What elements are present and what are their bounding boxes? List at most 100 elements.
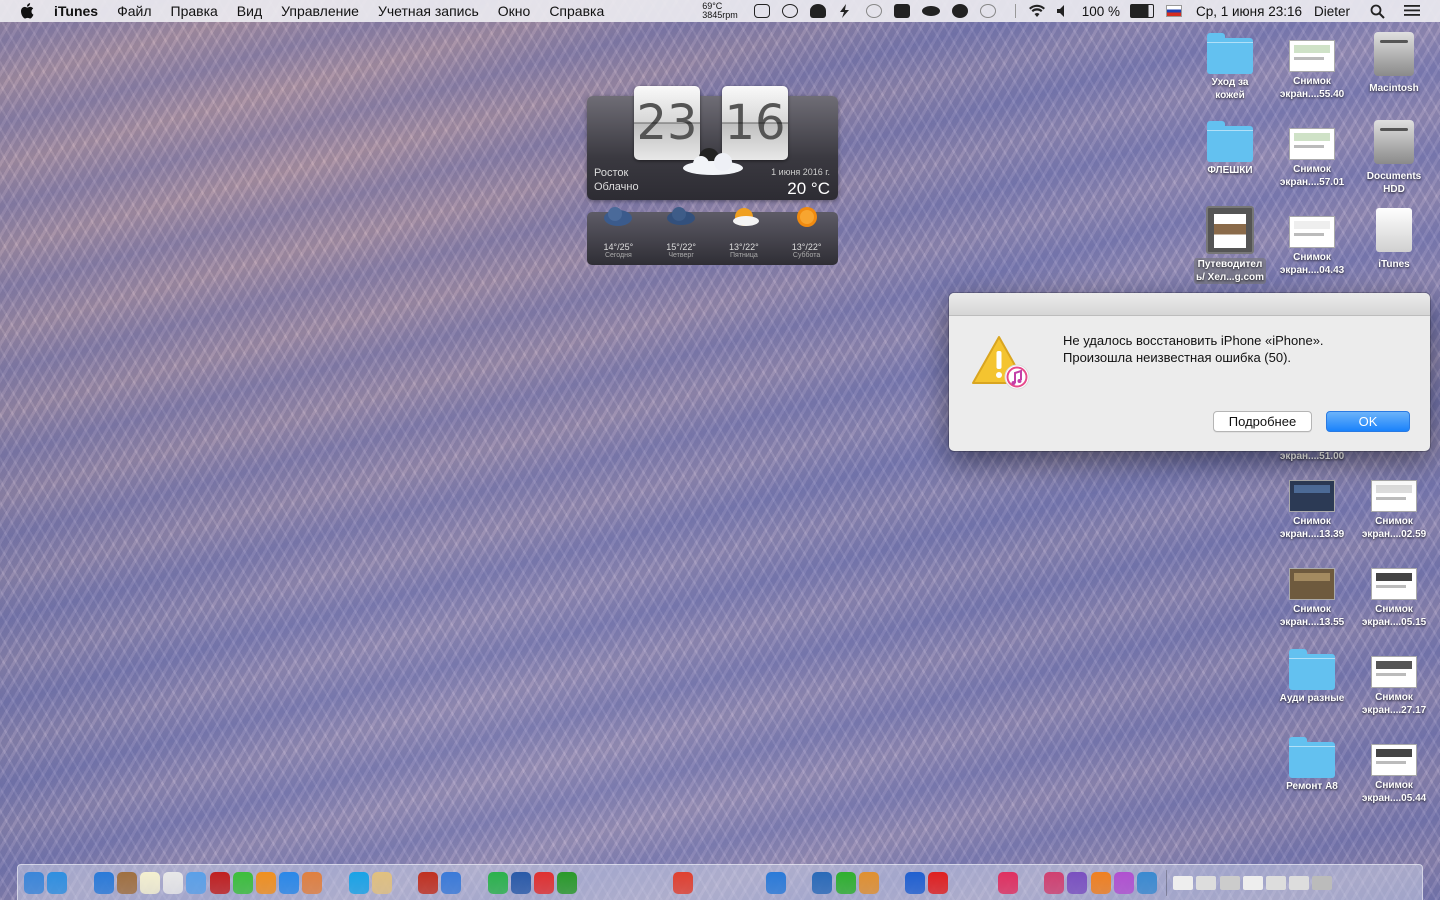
trash-icon[interactable] <box>1312 875 1333 890</box>
dock-app-icon[interactable] <box>534 871 555 894</box>
ok-button[interactable]: OK <box>1326 411 1410 432</box>
dock-app-icon[interactable] <box>395 872 415 894</box>
clock-weather-widget[interactable]: 23 16 Росток Облачно 1 июня 2016 г. 20 °… <box>587 86 838 200</box>
time-machine-icon[interactable] <box>979 4 996 18</box>
dock-app-icon[interactable] <box>279 871 300 894</box>
desktop-screenshot[interactable]: Снимок экран....05.44 <box>1355 738 1433 805</box>
dock-app-icon[interactable] <box>441 871 462 894</box>
dock-app-icon[interactable] <box>858 871 879 894</box>
dock-app-icon[interactable] <box>650 872 670 894</box>
desktop-screenshot[interactable]: Снимок экран....27.17 <box>1355 650 1433 717</box>
notification-center-icon[interactable] <box>1404 4 1420 18</box>
dock-app-icon[interactable] <box>1044 871 1065 894</box>
dock-app-icon[interactable] <box>465 872 485 894</box>
desktop-screenshot[interactable]: Снимок экран....13.39 <box>1273 474 1351 541</box>
menu-account[interactable]: Учетная запись <box>378 3 479 19</box>
dock-app-icon[interactable] <box>302 871 323 894</box>
user-name[interactable]: Dieter <box>1314 4 1350 19</box>
dock-app-icon[interactable] <box>232 871 253 894</box>
menu-controls[interactable]: Управление <box>281 3 359 19</box>
battery-percent[interactable]: 100 % <box>1082 4 1120 19</box>
desktop-folder[interactable]: Ауди разные <box>1273 649 1351 705</box>
dock-app-icon[interactable] <box>812 871 833 894</box>
dock-app-icon[interactable] <box>604 872 624 894</box>
dock-app-icon[interactable] <box>905 871 926 894</box>
menu-window[interactable]: Окно <box>498 3 531 19</box>
dock-app-icon[interactable] <box>696 872 716 894</box>
dock-app-icon[interactable] <box>93 871 114 894</box>
apple-menu-icon[interactable] <box>18 3 36 19</box>
wifi-icon[interactable] <box>1028 4 1045 18</box>
dock-app-icon[interactable] <box>24 871 44 894</box>
dock-document-icon[interactable] <box>1265 875 1286 890</box>
dock-app-icon[interactable] <box>209 871 230 894</box>
volume-icon[interactable] <box>1056 4 1072 18</box>
dock-document-icon[interactable] <box>1196 875 1217 890</box>
dock-app-icon[interactable] <box>116 871 137 894</box>
dock-app-icon[interactable] <box>47 871 68 894</box>
dock-app-icon[interactable] <box>186 871 207 894</box>
dock-app-icon[interactable] <box>952 872 972 894</box>
dock-app-icon[interactable] <box>1113 871 1134 894</box>
dock-app-icon[interactable] <box>627 872 647 894</box>
lightning-icon[interactable] <box>838 4 854 18</box>
dock-app-icon[interactable] <box>487 871 508 894</box>
app-status-icon[interactable] <box>753 4 770 18</box>
desktop-screenshot[interactable]: Снимок экран....57.01 <box>1273 122 1351 189</box>
dock-document-icon[interactable] <box>1173 875 1194 890</box>
dock-app-icon[interactable] <box>70 872 90 894</box>
bluetooth-icon[interactable] <box>1008 4 1016 18</box>
desktop-screenshot[interactable]: экран....51.00 <box>1273 450 1351 463</box>
dock-app-icon[interactable] <box>766 871 786 894</box>
menu-edit[interactable]: Правка <box>171 3 218 19</box>
desktop-screenshot[interactable]: Снимок экран....04.43 <box>1273 210 1351 277</box>
dock-app-icon[interactable] <box>928 871 949 894</box>
dock-app-icon[interactable] <box>139 871 160 894</box>
dock-document-icon[interactable] <box>1242 875 1263 890</box>
desktop-screenshot[interactable]: Снимок экран....55.40 <box>1273 34 1351 101</box>
dock-app-icon[interactable] <box>1090 871 1111 894</box>
dock-app-icon[interactable] <box>163 871 184 894</box>
dock-app-icon[interactable] <box>325 872 345 894</box>
dock-app-icon[interactable] <box>673 871 694 894</box>
dock-app-icon[interactable] <box>1067 871 1088 894</box>
sync-icon[interactable] <box>865 4 882 18</box>
dock-app-icon[interactable] <box>348 871 369 894</box>
dock-document-icon[interactable] <box>1219 875 1240 890</box>
dock-app-icon[interactable] <box>510 871 531 894</box>
dock-app-icon[interactable] <box>255 871 276 894</box>
cpu-temp-readout[interactable]: 69°C 3845rpm <box>702 2 738 20</box>
menu-help[interactable]: Справка <box>549 3 604 19</box>
dock-app-icon[interactable] <box>1021 872 1041 894</box>
dock-app-icon[interactable] <box>720 872 740 894</box>
dock-app-icon[interactable] <box>418 871 439 894</box>
dock-app-icon[interactable] <box>1137 871 1157 894</box>
menu-file[interactable]: Файл <box>117 3 151 19</box>
dock-app-icon[interactable] <box>557 871 578 894</box>
checkmark-status-icon[interactable] <box>781 4 798 18</box>
desktop-disk[interactable]: Documents HDD <box>1355 120 1433 196</box>
menu-app-itunes[interactable]: iTunes <box>54 3 98 19</box>
dock-app-icon[interactable] <box>997 871 1018 894</box>
desktop-folder[interactable]: ФЛЕШКИ <box>1191 121 1269 177</box>
dialog-title-bar[interactable] <box>949 293 1430 316</box>
desktop-disk[interactable]: iTunes <box>1355 208 1433 271</box>
battery-icon[interactable] <box>1130 4 1154 18</box>
details-button[interactable]: Подробнее <box>1213 411 1312 432</box>
dock-app-icon[interactable] <box>835 871 856 894</box>
hand-icon[interactable] <box>809 4 826 18</box>
viber-icon[interactable] <box>951 4 968 18</box>
desktop-screenshot[interactable]: Снимок экран....13.55 <box>1273 562 1351 629</box>
clock-datetime[interactable]: Ср, 1 июня 23:16 <box>1196 4 1302 19</box>
spotlight-search-icon[interactable] <box>1370 4 1386 19</box>
dock-app-icon[interactable] <box>371 871 392 894</box>
desktop-disk[interactable]: Macintosh <box>1355 32 1433 95</box>
weather-forecast[interactable]: 14°/25° Сегодня 15°/22° Четверг 13°/22° … <box>587 207 838 265</box>
display-icon[interactable] <box>893 4 910 18</box>
desktop-document[interactable]: Путеводител ь/ Хел...g.com <box>1191 206 1269 284</box>
desktop-folder[interactable]: Ремонт A8 <box>1273 737 1351 793</box>
input-source-flag-icon[interactable] <box>1166 5 1182 17</box>
dock-app-icon[interactable] <box>789 872 809 894</box>
cloud-icon[interactable] <box>921 6 940 16</box>
desktop-screenshot[interactable]: Снимок экран....05.15 <box>1355 562 1433 629</box>
